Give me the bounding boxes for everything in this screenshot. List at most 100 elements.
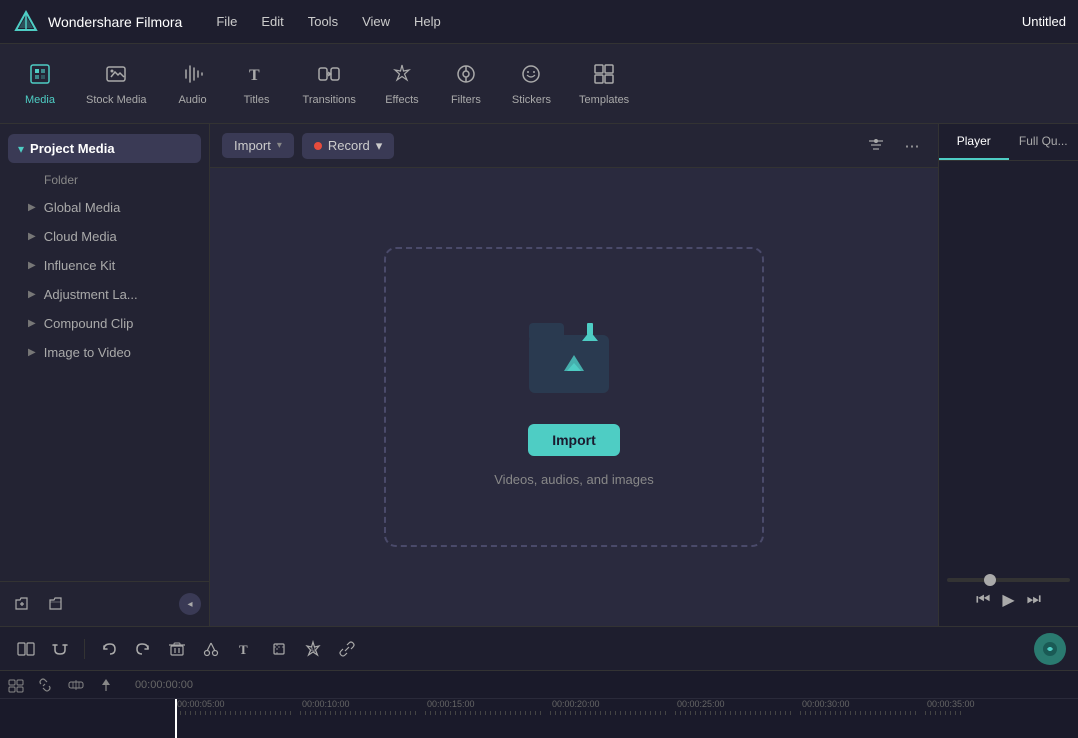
cut-button[interactable] bbox=[197, 635, 225, 663]
timeline-marker-button[interactable] bbox=[94, 673, 118, 697]
timeline-ruler[interactable]: 00:00:05:00 00:00:10:00 bbox=[0, 699, 1078, 738]
import-dropdown-arrow-icon: ▾ bbox=[277, 140, 282, 151]
ruler-time-4: 00:00:25:00 bbox=[675, 699, 725, 709]
toolbar-stickers[interactable]: Stickers bbox=[498, 54, 565, 114]
import-button[interactable]: Import ▾ bbox=[222, 133, 294, 158]
scene-split-button[interactable] bbox=[12, 635, 40, 663]
templates-icon bbox=[592, 62, 616, 90]
chevron-right-icon: ▶ bbox=[28, 231, 36, 242]
media-label: Media bbox=[25, 94, 55, 106]
sidebar-item-compound-clip[interactable]: ▶ Compound Clip bbox=[8, 309, 201, 338]
record-button[interactable]: Record ▾ bbox=[302, 133, 394, 159]
toolbar-media[interactable]: Media bbox=[8, 54, 72, 114]
svg-text:T: T bbox=[249, 67, 260, 84]
crop-button[interactable] bbox=[265, 635, 293, 663]
ruler-time-0: 00:00:05:00 bbox=[175, 699, 225, 709]
toolbar-transitions[interactable]: Transitions bbox=[289, 54, 370, 114]
play-button[interactable]: ▶ bbox=[1002, 590, 1014, 610]
magnet-snap-button[interactable] bbox=[46, 635, 74, 663]
menu-help[interactable]: Help bbox=[404, 10, 451, 33]
record-label: Record bbox=[328, 138, 370, 153]
ai-circle-button[interactable] bbox=[1034, 633, 1066, 665]
sidebar-item-global-media[interactable]: ▶ Global Media bbox=[8, 193, 201, 222]
menu-view[interactable]: View bbox=[352, 10, 400, 33]
ruler-segment-0: 00:00:05:00 bbox=[175, 699, 300, 715]
ruler-segment-3: 00:00:20:00 bbox=[550, 699, 675, 715]
ruler-time-2: 00:00:15:00 bbox=[425, 699, 475, 709]
ruler-ticks-1 bbox=[300, 711, 425, 715]
player-tabs: Player Full Qu... bbox=[939, 124, 1078, 161]
ruler-segment-2: 00:00:15:00 bbox=[425, 699, 550, 715]
sidebar-item-adjustment-layer[interactable]: ▶ Adjustment La... bbox=[8, 280, 201, 309]
media-icon bbox=[28, 62, 52, 90]
chevron-right-icon: ▶ bbox=[28, 347, 36, 358]
import-icon-area bbox=[524, 308, 624, 408]
sidebar-arrow-icon: ▾ bbox=[18, 142, 24, 156]
toolbar-templates[interactable]: Templates bbox=[565, 54, 643, 114]
add-folder-button[interactable] bbox=[8, 590, 36, 618]
toolbar-effects[interactable]: Effects bbox=[370, 54, 434, 114]
timeline-link-button[interactable] bbox=[34, 673, 58, 697]
sidebar-collapse-button[interactable]: ◂ bbox=[179, 593, 201, 615]
app-name: Wondershare Filmora bbox=[48, 14, 182, 30]
timeline-header: 00:00:00:00 bbox=[0, 671, 1078, 699]
ruler-segment-5: 00:00:30:00 bbox=[800, 699, 925, 715]
sidebar-item-cloud-media[interactable]: ▶ Cloud Media bbox=[8, 222, 201, 251]
sidebar-header-label: Project Media bbox=[30, 141, 115, 156]
link-button[interactable] bbox=[333, 635, 361, 663]
sidebar-item-image-to-video[interactable]: ▶ Image to Video bbox=[8, 338, 201, 367]
folder-icon-button[interactable] bbox=[42, 590, 70, 618]
filter-sort-button[interactable] bbox=[862, 132, 890, 160]
timeline-audio-detach-button[interactable] bbox=[64, 673, 88, 697]
content-area: Import ▾ Record ▾ ⋯ bbox=[210, 124, 938, 626]
titles-icon: T bbox=[245, 62, 269, 90]
timeline-add-track-button[interactable] bbox=[4, 673, 28, 697]
sidebar-item-label: Adjustment La... bbox=[44, 287, 138, 302]
import-zone-button[interactable]: Import bbox=[528, 424, 620, 456]
chevron-right-icon: ▶ bbox=[28, 260, 36, 271]
menu-file[interactable]: File bbox=[206, 10, 247, 33]
main-toolbar: Media Stock Media Audio T Titles bbox=[0, 44, 1078, 124]
import-dropzone[interactable]: Import Videos, audios, and images bbox=[384, 247, 764, 547]
transitions-icon bbox=[317, 62, 341, 90]
text-button[interactable]: T bbox=[231, 635, 259, 663]
sidebar-item-label: Compound Clip bbox=[44, 316, 134, 331]
toolbar-titles[interactable]: T Titles bbox=[225, 54, 289, 114]
sidebar-item-influence-kit[interactable]: ▶ Influence Kit bbox=[8, 251, 201, 280]
toolbar-stock-media[interactable]: Stock Media bbox=[72, 54, 161, 114]
titles-label: Titles bbox=[244, 94, 270, 106]
tab-full-quality[interactable]: Full Qu... bbox=[1009, 124, 1078, 160]
ruler-ticks-6 bbox=[925, 711, 1050, 715]
ruler-segment-1: 00:00:10:00 bbox=[300, 699, 425, 715]
effects-label: Effects bbox=[385, 94, 418, 106]
ai-tools-button[interactable]: AI bbox=[299, 635, 327, 663]
ai-assist-button[interactable] bbox=[1034, 633, 1066, 665]
toolbar-audio[interactable]: Audio bbox=[161, 54, 225, 114]
delete-button[interactable] bbox=[163, 635, 191, 663]
toolbar-filters[interactable]: Filters bbox=[434, 54, 498, 114]
ruler-ticks-0 bbox=[175, 711, 300, 715]
import-subtitle: Videos, audios, and images bbox=[494, 472, 653, 487]
timeline: 00:00:00:00 00:00:05:00 00:00:10:00 bbox=[0, 670, 1078, 738]
undo-button[interactable] bbox=[95, 635, 123, 663]
ruler-time-6: 00:00:35:00 bbox=[925, 699, 975, 709]
redo-button[interactable] bbox=[129, 635, 157, 663]
sidebar: ▾ Project Media Folder ▶ Global Media ▶ … bbox=[0, 124, 210, 626]
import-area: Import Videos, audios, and images bbox=[210, 168, 938, 626]
bottom-toolbar: T AI bbox=[0, 626, 1078, 670]
menu-tools[interactable]: Tools bbox=[298, 10, 348, 33]
menu-edit[interactable]: Edit bbox=[251, 10, 293, 33]
progress-handle[interactable] bbox=[984, 574, 996, 586]
more-options-button[interactable]: ⋯ bbox=[898, 132, 926, 160]
timeline-time-offset: 00:00:00:00 bbox=[124, 679, 204, 691]
sidebar-project-media[interactable]: ▾ Project Media bbox=[8, 134, 201, 163]
playback-progress-bar[interactable] bbox=[947, 578, 1070, 582]
player-area: ⏮ ▶ ⏭ bbox=[939, 161, 1078, 626]
right-panel: Player Full Qu... ⏮ ▶ ⏭ bbox=[938, 124, 1078, 626]
tab-player[interactable]: Player bbox=[939, 124, 1009, 160]
fast-forward-button[interactable]: ⏭ bbox=[1027, 591, 1041, 609]
sidebar-folder-item: Folder bbox=[8, 167, 201, 193]
content-toolbar: Import ▾ Record ▾ ⋯ bbox=[210, 124, 938, 168]
rewind-button[interactable]: ⏮ bbox=[976, 591, 990, 609]
ruler-ticks-2 bbox=[425, 711, 550, 715]
